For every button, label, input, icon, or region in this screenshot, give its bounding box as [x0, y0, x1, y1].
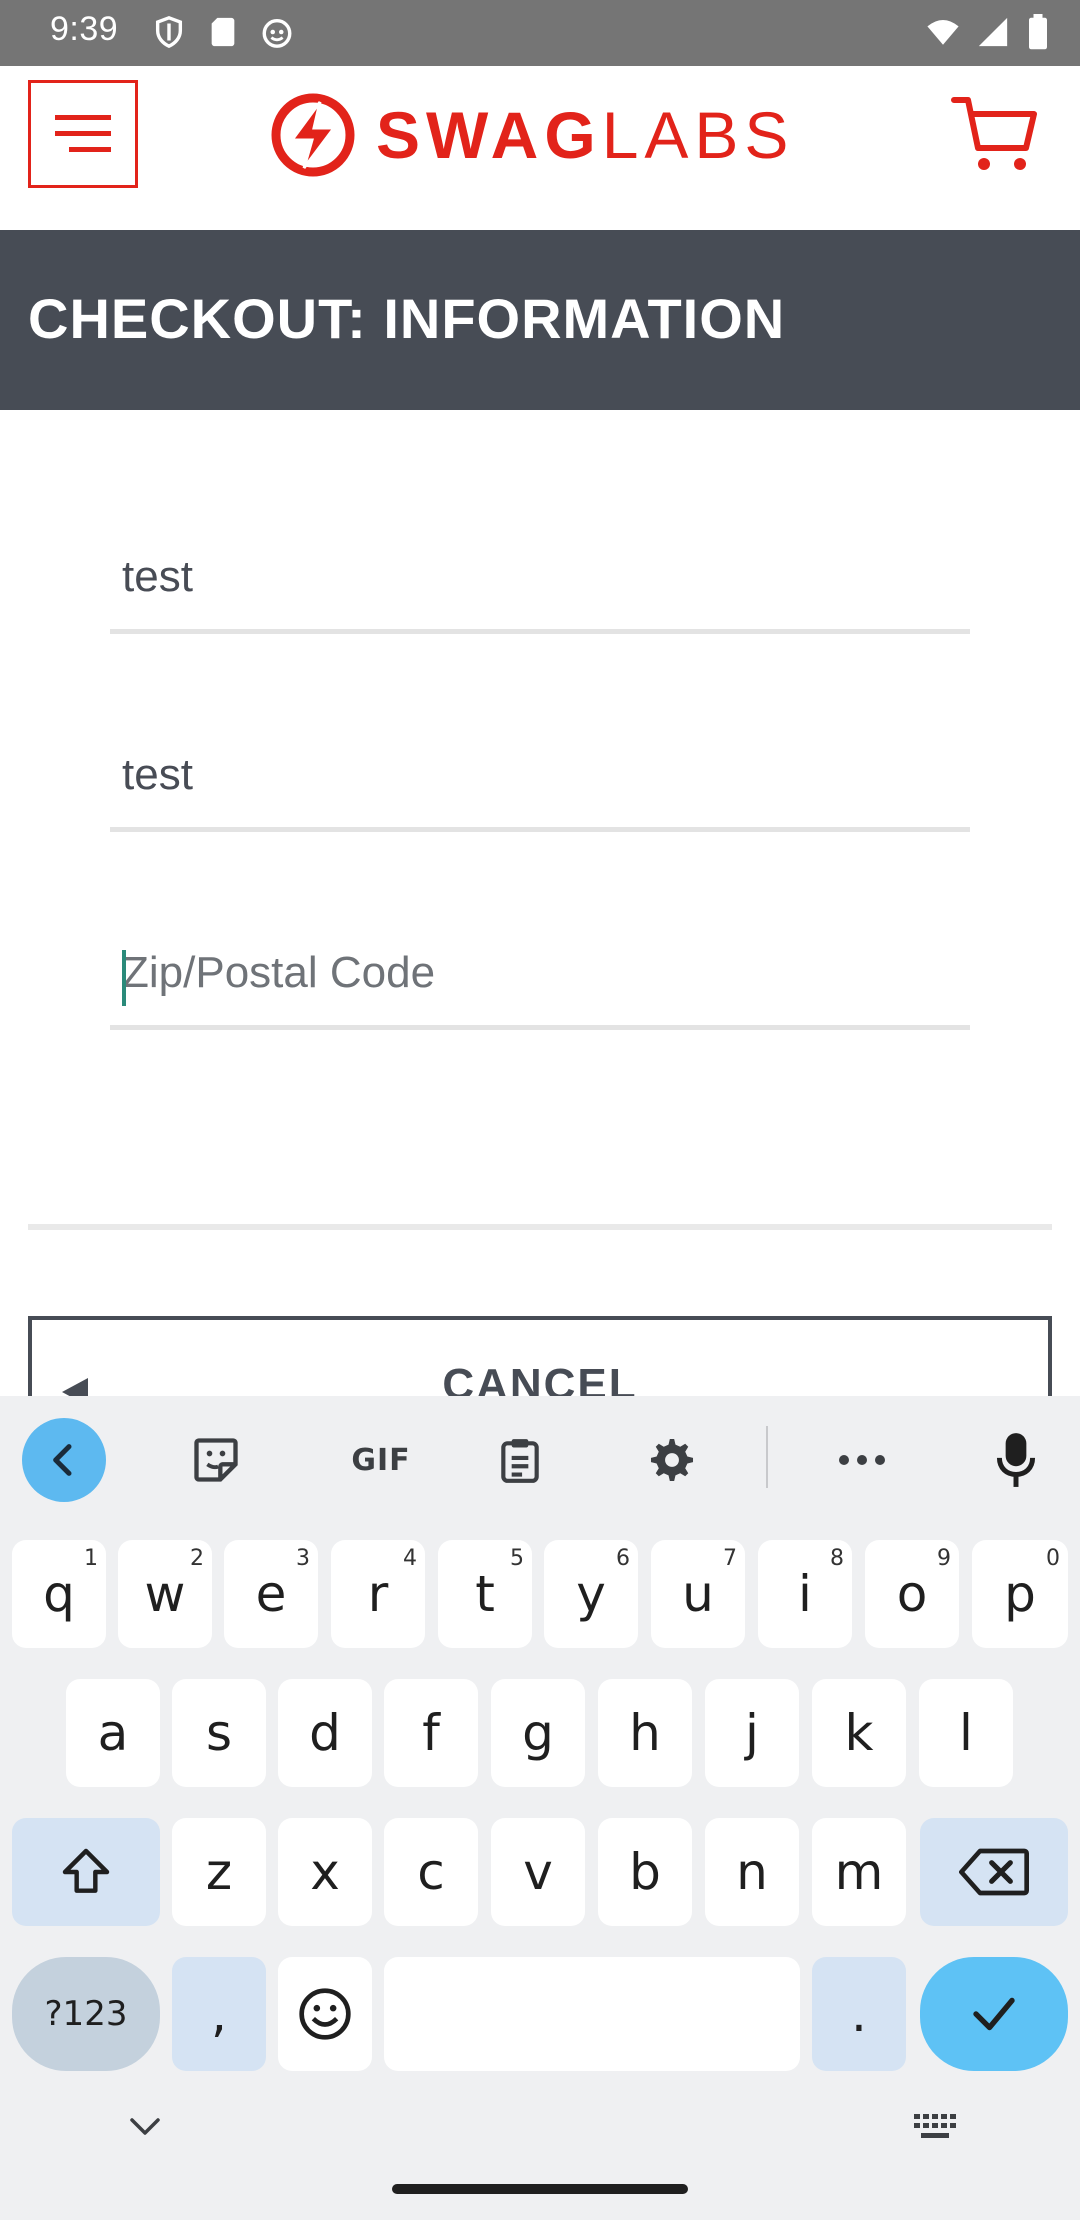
- first-name-field[interactable]: test: [110, 534, 970, 634]
- backspace-key[interactable]: [920, 1818, 1068, 1926]
- shield-icon: [155, 16, 183, 49]
- sd-card-icon: [211, 17, 235, 47]
- shift-icon: [62, 1848, 110, 1893]
- key-b[interactable]: b: [598, 1818, 692, 1926]
- space-key[interactable]: [384, 1957, 800, 2071]
- emoji-key[interactable]: [278, 1957, 372, 2071]
- page-title: CHECKOUT: INFORMATION: [28, 287, 786, 350]
- keyboard-settings-button[interactable]: [630, 1418, 714, 1502]
- status-time: 9:39: [50, 10, 119, 48]
- postal-code-field[interactable]: Zip/Postal Code: [110, 930, 970, 1030]
- home-gesture-handle[interactable]: [392, 2184, 688, 2194]
- checkmark-icon: [973, 1997, 1015, 2031]
- key-y[interactable]: y6: [544, 1540, 638, 1648]
- key-n[interactable]: n: [705, 1818, 799, 1926]
- last-name-field[interactable]: test: [110, 732, 970, 832]
- keyboard-icon[interactable]: [912, 2112, 958, 2142]
- logo-wordmark: SWAGLABS: [376, 98, 795, 172]
- keyboard-back-button[interactable]: [22, 1418, 106, 1502]
- cart-button[interactable]: [950, 92, 1040, 176]
- signal-icon: [978, 17, 1008, 47]
- clipboard-button[interactable]: [478, 1418, 562, 1502]
- gif-button[interactable]: GIF: [326, 1418, 436, 1502]
- postal-code-placeholder: Zip/Postal Code: [122, 948, 436, 997]
- symbols-key[interactable]: ?123: [12, 1957, 160, 2071]
- key-j[interactable]: j: [705, 1679, 799, 1787]
- emoji-icon: [299, 1988, 351, 2040]
- period-key[interactable]: .: [812, 1957, 906, 2071]
- key-e[interactable]: e3: [224, 1540, 318, 1648]
- first-name-value: test: [122, 552, 193, 601]
- key-r[interactable]: r4: [331, 1540, 425, 1648]
- more-icon: [839, 1455, 885, 1465]
- key-v[interactable]: v: [491, 1818, 585, 1926]
- toolbar-separator: [766, 1426, 768, 1488]
- key-x[interactable]: x: [278, 1818, 372, 1926]
- wifi-icon: [927, 19, 959, 45]
- key-i[interactable]: i8: [758, 1540, 852, 1648]
- key-k[interactable]: k: [812, 1679, 906, 1787]
- clipboard-icon: [501, 1439, 539, 1483]
- last-name-value: test: [122, 750, 193, 799]
- battery-icon: [1029, 14, 1047, 50]
- chevron-down-icon[interactable]: [128, 2116, 162, 2138]
- lightning-logo-icon: [271, 93, 355, 177]
- key-z[interactable]: z: [172, 1818, 266, 1926]
- key-s[interactable]: s: [172, 1679, 266, 1787]
- key-a[interactable]: a: [66, 1679, 160, 1787]
- key-h[interactable]: h: [598, 1679, 692, 1787]
- key-m[interactable]: m: [812, 1818, 906, 1926]
- key-l[interactable]: l: [919, 1679, 1013, 1787]
- form-divider: [28, 1224, 1052, 1230]
- key-q[interactable]: q1: [12, 1540, 106, 1648]
- key-f[interactable]: f: [384, 1679, 478, 1787]
- key-g[interactable]: g: [491, 1679, 585, 1787]
- shopping-cart-icon: [951, 97, 1037, 170]
- menu-button[interactable]: [28, 80, 138, 188]
- hamburger-menu-icon: [55, 115, 111, 152]
- back-arrow-icon: [53, 1444, 72, 1476]
- key-c[interactable]: c: [384, 1818, 478, 1926]
- gif-label: GIF: [351, 1442, 411, 1478]
- key-u[interactable]: u7: [651, 1540, 745, 1648]
- key-w[interactable]: w2: [118, 1540, 212, 1648]
- shift-key[interactable]: [12, 1818, 160, 1926]
- sticker-button[interactable]: [174, 1418, 258, 1502]
- microphone-icon: [996, 1433, 1036, 1487]
- key-d[interactable]: d: [278, 1679, 372, 1787]
- app-header: SWAGLABS: [0, 66, 1080, 230]
- key-t[interactable]: t5: [438, 1540, 532, 1648]
- android-icon: [262, 18, 292, 48]
- title-bar: CHECKOUT: INFORMATION: [0, 230, 1080, 410]
- text-cursor: [122, 950, 126, 1006]
- status-left-icons: [152, 14, 294, 50]
- done-key[interactable]: [920, 1957, 1068, 2071]
- status-right-icons: [926, 14, 1050, 50]
- backspace-icon: [959, 1848, 1029, 1896]
- swag-labs-logo: SWAGLABS: [270, 90, 810, 180]
- sticker-icon: [194, 1438, 238, 1482]
- key-o[interactable]: o9: [865, 1540, 959, 1648]
- status-bar: 9:39: [0, 0, 1080, 66]
- more-button[interactable]: [820, 1418, 904, 1502]
- navigation-bar: [0, 2090, 1080, 2220]
- comma-key[interactable]: ,: [172, 1957, 266, 2071]
- gear-icon: [650, 1438, 694, 1482]
- keyboard-toolbar: GIF: [0, 1396, 1080, 1520]
- key-p[interactable]: p0: [972, 1540, 1068, 1648]
- voice-input-button[interactable]: [974, 1418, 1058, 1502]
